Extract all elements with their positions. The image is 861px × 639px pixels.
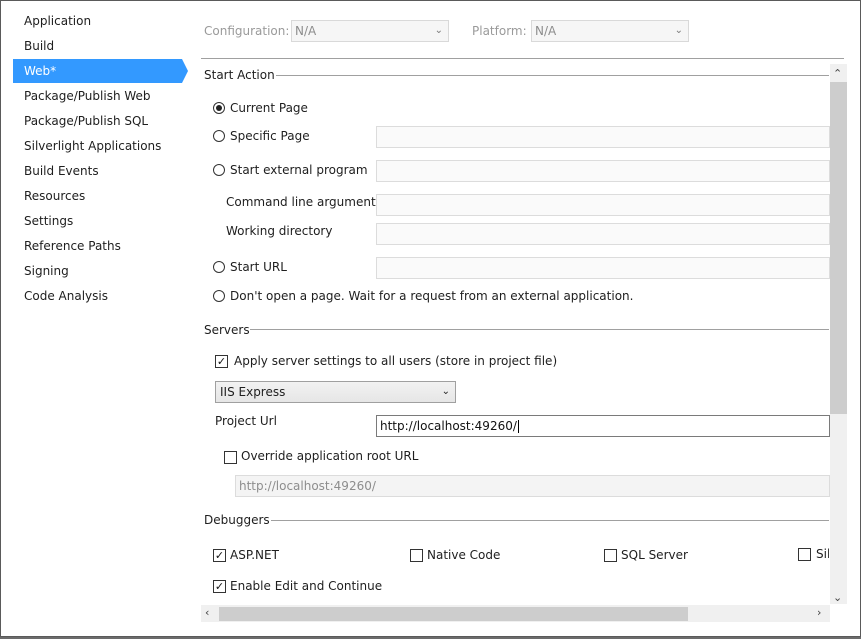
servers-divider xyxy=(250,329,829,330)
apply-settings-checkbox[interactable]: ✓ xyxy=(215,355,228,368)
project-url-value: http://localhost:49260/ xyxy=(380,419,517,433)
platform-value: N/A xyxy=(535,24,557,38)
active-item-pointer xyxy=(182,59,188,83)
sidebar: Application Build Web* Package/Publish W… xyxy=(1,4,191,636)
server-select[interactable]: IIS Express ⌄ xyxy=(215,381,456,403)
vertical-scroll-thumb[interactable] xyxy=(830,82,847,414)
current-page-label: Current Page xyxy=(230,101,308,115)
text-cursor xyxy=(517,420,519,433)
sidebar-item-build-events[interactable]: Build Events xyxy=(13,159,182,183)
sidebar-item-resources[interactable]: Resources xyxy=(13,184,182,208)
sidebar-item-package-publish-sql[interactable]: Package/Publish SQL xyxy=(13,109,182,133)
toolbar-divider xyxy=(201,58,844,59)
aspnet-checkbox[interactable]: ✓ xyxy=(213,549,226,562)
chevron-down-icon: ⌄ xyxy=(441,386,450,397)
silverlight-checkbox[interactable] xyxy=(798,548,811,561)
start-action-divider xyxy=(276,75,829,76)
apply-settings-label: Apply server settings to all users (stor… xyxy=(234,354,558,368)
start-action-title: Start Action xyxy=(204,68,275,82)
command-line-args-label: Command line arguments xyxy=(226,195,382,209)
dont-open-radio[interactable] xyxy=(213,290,225,302)
override-root-label: Override application root URL xyxy=(241,449,419,463)
root-url-input[interactable]: http://localhost:49260/ xyxy=(235,475,830,497)
sidebar-item-build[interactable]: Build xyxy=(13,34,182,58)
platform-label: Platform: xyxy=(472,24,527,38)
working-directory-input[interactable] xyxy=(376,223,830,245)
sidebar-item-reference-paths[interactable]: Reference Paths xyxy=(13,234,182,258)
start-url-label: Start URL xyxy=(230,260,287,274)
sql-server-checkbox[interactable] xyxy=(604,549,617,562)
specific-page-label: Specific Page xyxy=(230,129,310,143)
sidebar-item-web[interactable]: Web* xyxy=(13,59,182,83)
working-directory-label: Working directory xyxy=(226,224,333,238)
sidebar-item-silverlight-applications[interactable]: Silverlight Applications xyxy=(13,134,182,158)
scroll-up-icon[interactable]: ⌃ xyxy=(833,67,842,80)
sidebar-item-application[interactable]: Application xyxy=(13,9,182,33)
debuggers-title: Debuggers xyxy=(204,513,270,527)
sidebar-item-signing[interactable]: Signing xyxy=(13,259,182,283)
silverlight-label: Sil xyxy=(816,547,829,561)
sidebar-item-code-analysis[interactable]: Code Analysis xyxy=(13,284,182,308)
horizontal-scroll-thumb[interactable] xyxy=(219,607,688,621)
project-url-input[interactable]: http://localhost:49260/ xyxy=(376,415,830,437)
server-value: IIS Express xyxy=(220,385,286,399)
configuration-select[interactable]: N/A ⌄ xyxy=(291,20,449,42)
specific-page-input[interactable] xyxy=(376,126,830,148)
native-code-checkbox[interactable] xyxy=(410,549,423,562)
start-url-input[interactable] xyxy=(376,257,830,279)
servers-title: Servers xyxy=(204,323,250,337)
sidebar-item-settings[interactable]: Settings xyxy=(13,209,182,233)
specific-page-radio[interactable] xyxy=(213,130,225,142)
aspnet-label: ASP.NET xyxy=(230,548,279,562)
edit-continue-label: Enable Edit and Continue xyxy=(230,579,383,593)
external-program-input[interactable] xyxy=(376,160,830,182)
external-program-radio[interactable] xyxy=(213,164,225,176)
external-program-label: Start external program xyxy=(230,163,368,177)
scroll-left-icon[interactable]: ‹ xyxy=(205,606,209,619)
current-page-radio[interactable] xyxy=(213,102,225,114)
dont-open-label: Don't open a page. Wait for a request fr… xyxy=(230,289,634,303)
chevron-down-icon: ⌄ xyxy=(674,25,683,36)
platform-select[interactable]: N/A ⌄ xyxy=(531,20,689,42)
scroll-down-icon[interactable]: ⌄ xyxy=(833,591,842,604)
configuration-value: N/A xyxy=(295,24,317,38)
sidebar-item-package-publish-web[interactable]: Package/Publish Web xyxy=(13,84,182,108)
scroll-right-icon[interactable]: › xyxy=(817,606,821,619)
native-code-label: Native Code xyxy=(427,548,501,562)
root-url-value: http://localhost:49260/ xyxy=(239,479,376,493)
command-line-args-input[interactable] xyxy=(376,194,830,216)
sidebar-item-label: Web* xyxy=(24,64,57,78)
properties-window: Application Build Web* Package/Publish W… xyxy=(0,0,861,637)
override-root-checkbox[interactable] xyxy=(224,451,237,464)
debuggers-divider xyxy=(271,520,829,521)
project-url-label: Project Url xyxy=(215,414,277,428)
start-url-radio[interactable] xyxy=(213,261,225,273)
edit-continue-checkbox[interactable]: ✓ xyxy=(213,580,226,593)
configuration-label: Configuration: xyxy=(204,24,290,38)
chevron-down-icon: ⌄ xyxy=(434,25,443,36)
sql-server-label: SQL Server xyxy=(621,548,688,562)
